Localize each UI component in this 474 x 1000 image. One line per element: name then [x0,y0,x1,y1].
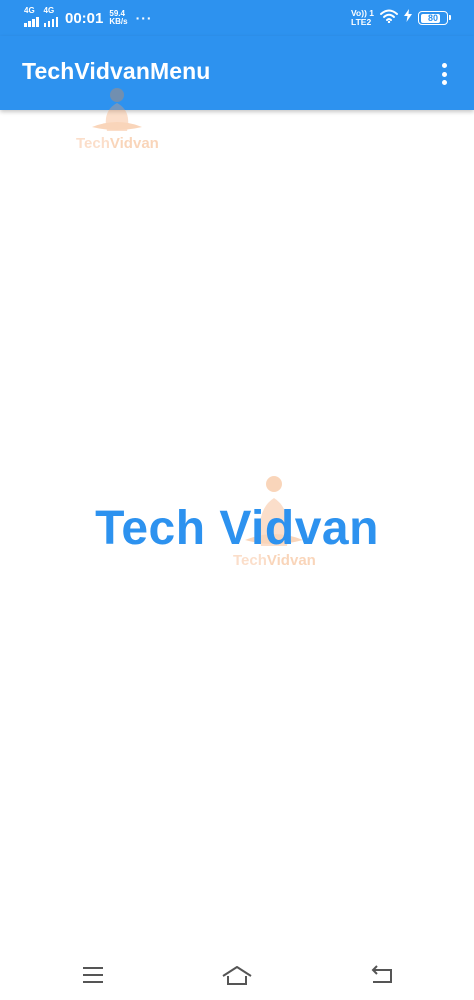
watermark-text: TechVidvan [76,135,159,152]
network-type-label: 4G [24,6,35,15]
network-speed: 59.4 KB/s [109,10,127,26]
signal-icon: 4G [43,6,58,27]
menu-icon[interactable] [78,960,108,990]
system-navigation-bar [0,950,474,1000]
home-icon[interactable] [220,960,254,990]
network-speed-unit: KB/s [109,17,128,26]
battery-icon: 80 [418,11,451,25]
volte-line-2: LTE2 [351,17,372,27]
more-vert-icon[interactable] [432,60,456,88]
toolbar-title: TechVidvanMenu [22,58,211,84]
status-bar-left: 4G 4G 00:01 59.4 KB/s ··· [24,6,153,30]
charging-icon [404,9,412,27]
meditation-figure-icon [92,88,143,131]
wifi-icon [380,9,398,28]
status-time: 00:01 [65,9,104,27]
volte-indicator: Vo)) 1 LTE2 [351,9,374,27]
back-icon[interactable] [367,960,397,990]
app-toolbar: TechVidvanMenu [0,36,474,110]
more-notifications-icon: ··· [135,10,153,26]
status-bar: 4G 4G 00:01 59.4 KB/s ··· Vo)) 1 LTE2 80 [0,0,474,36]
network-type-label: 4G [43,6,55,15]
main-text: Tech Vidvan [95,502,379,555]
battery-percent: 80 [427,13,438,23]
signal-icon: 4G [24,6,39,27]
watermark-logo: TechVidvan [76,83,159,152]
status-bar-right: Vo)) 1 LTE2 80 [351,7,451,29]
